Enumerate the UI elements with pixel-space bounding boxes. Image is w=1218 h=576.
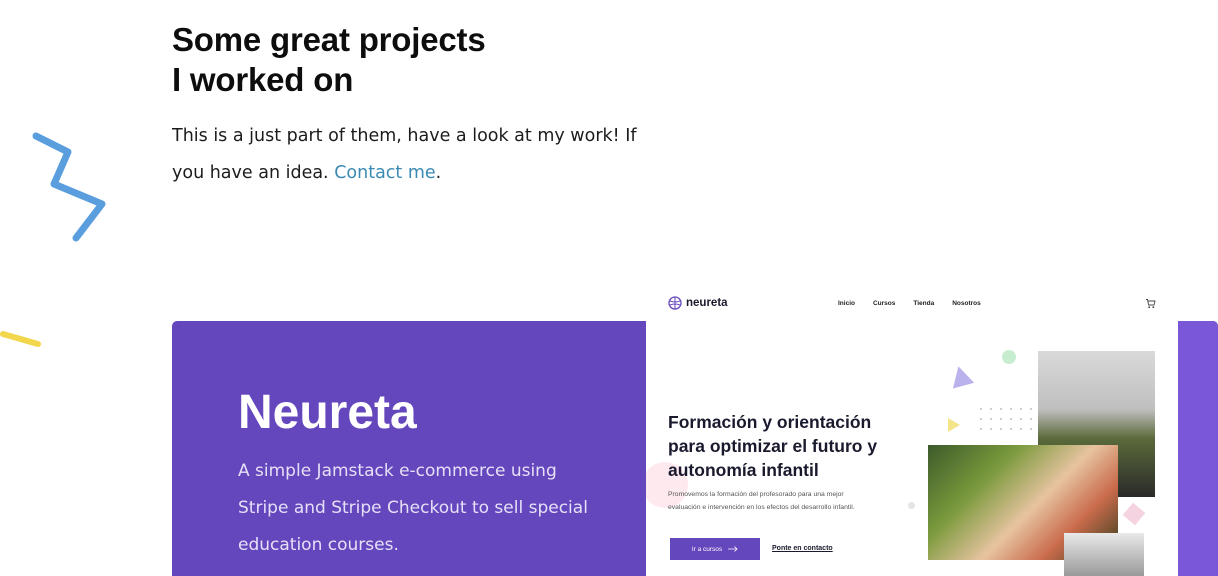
card-accent-band <box>1176 321 1218 576</box>
classroom-photo <box>1064 533 1144 576</box>
cart-icon <box>1146 299 1156 309</box>
project-preview-screenshot: neureta Inicio Cursos Tienda Nosotros Fo… <box>646 284 1178 576</box>
pink-square-decoration <box>1122 502 1146 526</box>
preview-brand: neureta <box>686 297 728 309</box>
yellow-triangle-decoration <box>948 418 960 432</box>
preview-navbar: neureta Inicio Cursos Tienda Nosotros <box>646 284 1178 324</box>
preview-menu-item: Cursos <box>872 300 896 307</box>
mint-dot-decoration <box>1002 350 1016 364</box>
preview-subtext: Promovemos la formación del profesorado … <box>668 491 855 511</box>
preview-heading: Formación y orientación para optimizar e… <box>668 412 878 480</box>
section-title-line2: I worked on <box>172 61 354 98</box>
arrow-right-icon <box>728 546 738 552</box>
intro-text: This is a just part of them, have a look… <box>172 118 652 192</box>
lavender-triangle-decoration <box>947 363 975 389</box>
preview-contact-link: Ponte en contacto <box>772 545 833 552</box>
project-title: Neureta <box>238 386 417 439</box>
preview-menu-item: Inicio <box>838 300 855 307</box>
yellow-dash-decoration <box>0 331 41 347</box>
preview-menu-item: Nosotros <box>952 300 981 307</box>
preview-cta-button: Ir a cursos <box>670 538 760 560</box>
dot-grid-decoration <box>976 404 1036 438</box>
intro-section: Some great projects I worked on This is … <box>172 20 652 192</box>
section-title: Some great projects I worked on <box>172 20 652 100</box>
intro-text-end: . <box>435 163 442 183</box>
project-description: A simple Jamstack e-commerce using Strip… <box>238 461 588 555</box>
grey-dot-decoration <box>908 502 915 509</box>
preview-menu: Inicio Cursos Tienda Nosotros <box>838 300 981 307</box>
preview-logo: neureta <box>668 296 728 310</box>
zigzag-decoration <box>32 132 106 242</box>
contact-link[interactable]: Contact me <box>334 163 435 183</box>
preview-cta-label: Ir a cursos <box>691 545 723 553</box>
brain-logo-icon <box>668 296 682 310</box>
section-title-line1: Some great projects <box>172 21 486 58</box>
preview-menu-item: Tienda <box>913 300 935 307</box>
